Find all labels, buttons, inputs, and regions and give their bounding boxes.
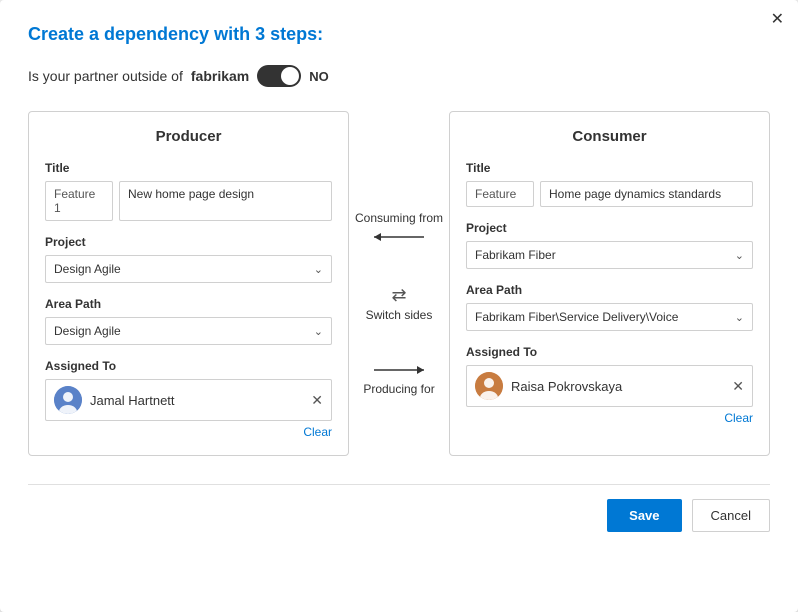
toggle-no-label: NO <box>309 69 329 84</box>
consumer-clear-link[interactable]: Clear <box>466 411 753 425</box>
partner-outside-label: Is your partner outside of <box>28 68 183 84</box>
save-button[interactable]: Save <box>607 499 681 532</box>
consuming-from-label: Consuming from <box>355 211 443 225</box>
close-button[interactable]: ✕ <box>771 12 784 28</box>
producer-area-value: Design Agile <box>54 324 121 338</box>
producer-header: Producer <box>45 128 332 145</box>
consumer-panel: Consumer Title Feature Home page dynamic… <box>449 111 770 456</box>
producer-panel: Producer Title Feature 1 New home page d… <box>28 111 349 456</box>
producer-title-type: Feature 1 <box>45 181 113 221</box>
producer-clear-link[interactable]: Clear <box>45 425 332 439</box>
producer-project-dropdown[interactable]: Design Agile ⌄ <box>45 255 332 283</box>
dialog-title: Create a dependency with 3 steps: <box>28 24 770 45</box>
consumer-area-label: Area Path <box>466 283 753 297</box>
consuming-from-area: Consuming from <box>355 211 443 245</box>
producing-for-label: Producing for <box>363 382 434 396</box>
switch-sides-label: Switch sides <box>366 308 433 322</box>
consumer-title-label: Title <box>466 161 753 175</box>
consumer-title-row: Feature Home page dynamics standards <box>466 181 753 207</box>
producing-for-arrow <box>369 362 429 378</box>
dialog: ✕ Create a dependency with 3 steps: Is y… <box>0 0 798 612</box>
consumer-assigned-row: Raisa Pokrovskaya ✕ <box>466 365 753 407</box>
producer-title-label: Title <box>45 161 332 175</box>
consumer-project-label: Project <box>466 221 753 235</box>
footer-row: Save Cancel <box>28 484 770 532</box>
partner-row: Is your partner outside of fabrikam NO <box>28 65 770 87</box>
producer-assigned-row: Jamal Hartnett ✕ <box>45 379 332 421</box>
producing-for-area: Producing for <box>363 362 434 396</box>
consuming-from-arrow <box>369 229 429 245</box>
producer-title-row: Feature 1 New home page design <box>45 181 332 221</box>
consumer-avatar <box>475 372 503 400</box>
consumer-assigned-label: Assigned To <box>466 345 753 359</box>
partner-name: fabrikam <box>191 68 249 84</box>
producer-area-dropdown[interactable]: Design Agile ⌄ <box>45 317 332 345</box>
consumer-project-arrow-icon: ⌄ <box>735 249 744 262</box>
switch-sides-icon: ⇄ <box>391 285 406 306</box>
consumer-area-dropdown[interactable]: Fabrikam Fiber\Service Delivery\Voice ⌄ <box>466 303 753 331</box>
consumer-remove-icon[interactable]: ✕ <box>732 378 744 395</box>
consumer-project-value: Fabrikam Fiber <box>475 248 556 262</box>
producer-assigned-name: Jamal Hartnett <box>90 393 303 408</box>
middle-area: Consuming from ⇄ Switch sides <box>349 111 449 456</box>
consumer-area-value: Fabrikam Fiber\Service Delivery\Voice <box>475 310 678 324</box>
producer-avatar <box>54 386 82 414</box>
producer-area-arrow-icon: ⌄ <box>314 325 323 338</box>
consumer-header: Consumer <box>466 128 753 145</box>
consumer-assigned-name: Raisa Pokrovskaya <box>511 379 724 394</box>
consumer-area-arrow-icon: ⌄ <box>735 311 744 324</box>
producer-project-arrow-icon: ⌄ <box>314 263 323 276</box>
producer-remove-icon[interactable]: ✕ <box>311 392 323 409</box>
columns-area: Producer Title Feature 1 New home page d… <box>28 111 770 456</box>
cancel-button[interactable]: Cancel <box>692 499 770 532</box>
producer-area-label: Area Path <box>45 297 332 311</box>
partner-toggle[interactable] <box>257 65 301 87</box>
producer-title-value[interactable]: New home page design <box>119 181 332 221</box>
producer-project-label: Project <box>45 235 332 249</box>
consumer-title-type: Feature <box>466 181 534 207</box>
producer-assigned-label: Assigned To <box>45 359 332 373</box>
switch-sides-area[interactable]: ⇄ Switch sides <box>366 285 433 322</box>
consumer-project-dropdown[interactable]: Fabrikam Fiber ⌄ <box>466 241 753 269</box>
consumer-title-value[interactable]: Home page dynamics standards <box>540 181 753 207</box>
producer-project-value: Design Agile <box>54 262 121 276</box>
